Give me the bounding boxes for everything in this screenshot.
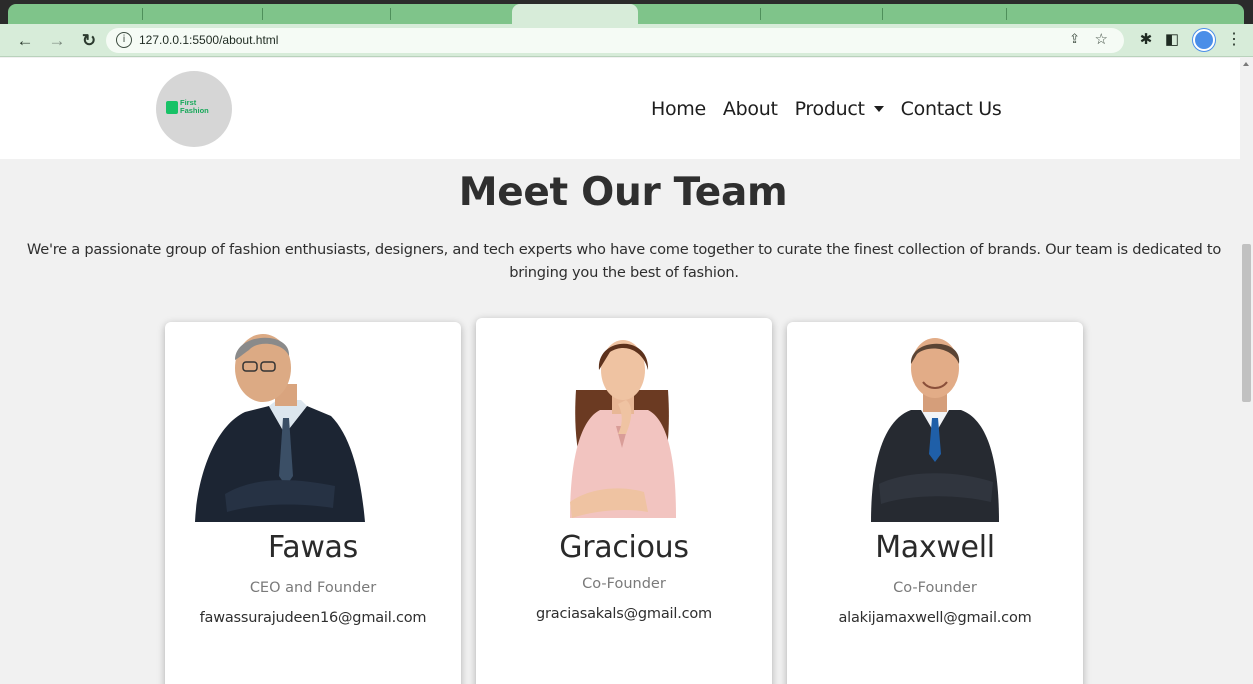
scrollbar-thumb[interactable]: [1242, 244, 1251, 402]
extensions-icon[interactable]: ✱: [1136, 30, 1156, 50]
team-intro-line2: bringing you the best of fashion.: [509, 264, 739, 281]
forward-icon[interactable]: →: [46, 30, 68, 52]
url-text[interactable]: 127.0.0.1:5500/about.html: [139, 33, 278, 47]
team-intro-line1: We're a passionate group of fashion enth…: [26, 241, 1222, 258]
team-member-photo: [195, 334, 365, 522]
share-icon[interactable]: ⇪: [1069, 31, 1080, 47]
info-icon[interactable]: i: [116, 32, 132, 48]
main-nav: Home About Product Contact Us: [651, 98, 1018, 120]
nav-product-label: Product: [794, 98, 865, 120]
reload-icon[interactable]: ↻: [78, 30, 100, 52]
tab-separator: [882, 8, 883, 20]
profile-icon[interactable]: [1193, 29, 1215, 51]
team-card: Fawas CEO and Founder fawassurajudeen16@…: [165, 322, 461, 684]
team-card: Gracious Co-Founder graciasakals@gmail.c…: [476, 318, 772, 684]
logo-text-line2: Fashion: [180, 106, 209, 115]
browser-tab-active[interactable]: [512, 4, 638, 24]
menu-icon[interactable]: ⋮: [1226, 30, 1242, 50]
site-header: First Fashion Home About Product Contact…: [0, 58, 1240, 159]
team-member-email[interactable]: alakijamaxwell@gmail.com: [787, 610, 1083, 626]
tab-separator: [142, 8, 143, 20]
team-member-name: Gracious: [559, 530, 689, 565]
browser-tabstrip: [0, 0, 1253, 24]
tab-separator: [1006, 8, 1007, 20]
nav-product[interactable]: Product: [795, 98, 884, 120]
address-bar[interactable]: i 127.0.0.1:5500/about.html ⇪ ☆: [106, 28, 1124, 53]
tab-separator: [390, 8, 391, 20]
team-member-photo: [871, 338, 999, 522]
logo-mark-icon: [166, 101, 178, 114]
team-member-role: Co-Founder: [893, 580, 977, 596]
team-member-role: Co-Founder: [582, 576, 666, 592]
sidepanel-icon[interactable]: ◧: [1162, 30, 1182, 50]
scroll-up-icon[interactable]: [1243, 62, 1249, 66]
team-member-name: Fawas: [268, 530, 358, 565]
nav-contact[interactable]: Contact Us: [901, 98, 1002, 120]
caret-down-icon: [873, 106, 884, 112]
browser-toolbar: ← → ↻ i 127.0.0.1:5500/about.html ⇪ ☆ ✱ …: [0, 24, 1253, 57]
star-icon[interactable]: ☆: [1095, 30, 1108, 48]
nav-home[interactable]: Home: [651, 98, 706, 120]
tab-separator: [760, 8, 761, 20]
team-card: Maxwell Co-Founder alakijamaxwell@gmail.…: [787, 322, 1083, 684]
team-member-email[interactable]: graciasakals@gmail.com: [476, 606, 772, 622]
team-member-photo: [570, 340, 676, 518]
page-viewport: First Fashion Home About Product Contact…: [0, 58, 1240, 684]
back-icon[interactable]: ←: [14, 30, 36, 52]
nav-about[interactable]: About: [723, 98, 778, 120]
page-scrollbar[interactable]: [1240, 58, 1253, 684]
page-title: Meet Our Team: [458, 170, 788, 215]
tab-separator: [262, 8, 263, 20]
team-intro: We're a passionate group of fashion enth…: [4, 238, 1240, 284]
site-logo[interactable]: First Fashion: [156, 71, 232, 147]
team-member-name: Maxwell: [875, 530, 995, 565]
team-member-role: CEO and Founder: [249, 580, 377, 596]
logo-text: First Fashion: [180, 99, 209, 115]
team-member-email[interactable]: fawassurajudeen16@gmail.com: [165, 610, 461, 626]
